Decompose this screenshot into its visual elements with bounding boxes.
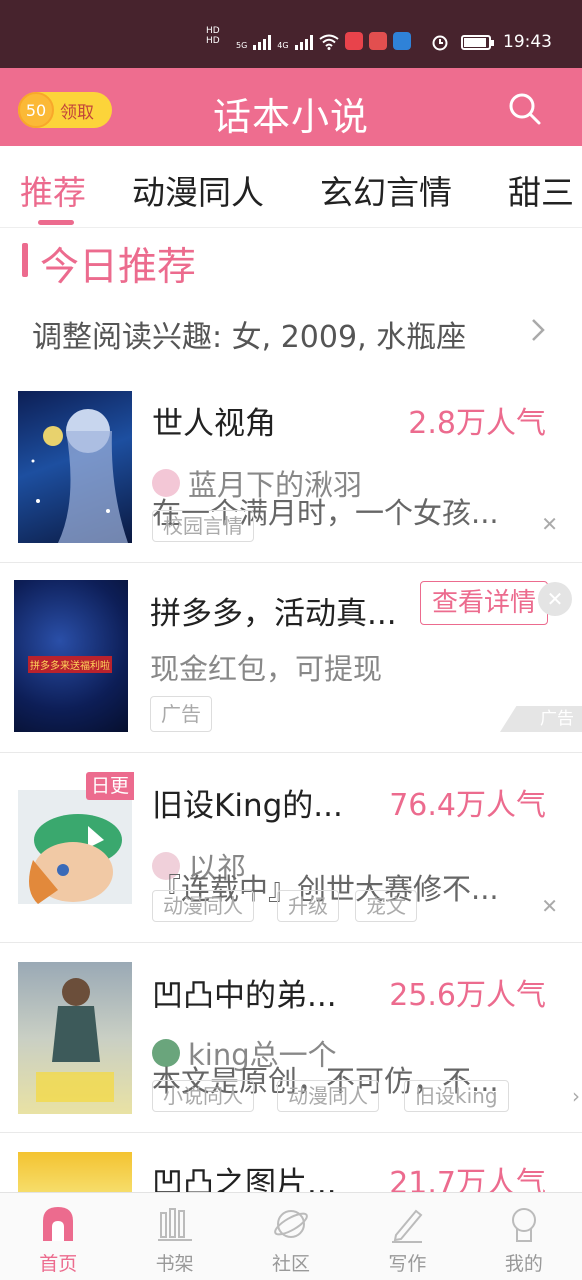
- dismiss-icon[interactable]: ✕: [541, 512, 558, 536]
- ad-cover-text: 拼多多来送福利啦: [28, 656, 112, 673]
- nav-label: 社区: [272, 1253, 311, 1275]
- divider: [0, 942, 582, 943]
- ad-mark: 广告: [500, 706, 582, 732]
- hd-indicator: HD HD: [206, 26, 220, 46]
- profile-icon: [511, 1208, 536, 1242]
- nav-label: 书架: [155, 1253, 194, 1275]
- home-icon: [43, 1207, 74, 1241]
- divider: [0, 752, 582, 753]
- view-details-button[interactable]: 查看详情: [420, 581, 548, 625]
- nav-label: 首页: [39, 1253, 78, 1275]
- alarm-icon: [432, 35, 448, 51]
- divider: [0, 1132, 582, 1133]
- net1-label: 5G: [236, 41, 248, 50]
- popularity: 25.6万人气: [389, 978, 546, 1013]
- cover-art: [31, 409, 128, 543]
- ad-cover[interactable]: 拼多多来送福利啦: [14, 580, 128, 732]
- net2-label: 4G: [277, 41, 289, 50]
- divider: [0, 562, 582, 563]
- nav-community[interactable]: 社区: [233, 1193, 349, 1280]
- clock: 19:43: [503, 32, 552, 52]
- daily-update-badge: 日更: [86, 772, 134, 800]
- signal2-icon: [294, 34, 313, 50]
- nav-bookshelf[interactable]: 书架: [116, 1193, 232, 1280]
- book-cover[interactable]: [18, 391, 132, 543]
- status-icons: 5G 4G: [236, 32, 411, 50]
- popularity: 76.4万人气: [389, 788, 546, 823]
- nav-label: 写作: [388, 1253, 427, 1275]
- nav-profile[interactable]: 我的: [466, 1193, 582, 1280]
- ad-description: 现金红包，可提现: [150, 652, 383, 686]
- book-title[interactable]: 世人视角: [152, 398, 276, 443]
- section-title: 今日推荐: [40, 245, 197, 290]
- cover-art: [29, 814, 122, 904]
- book-tag[interactable]: 小说同人: [152, 1080, 254, 1112]
- active-tab-indicator: [38, 220, 74, 225]
- popularity: 2.8万人气: [408, 406, 546, 441]
- notification-app-icon: [344, 32, 363, 50]
- book-title[interactable]: 凹凸中的弟...: [152, 970, 337, 1015]
- app-header: 50 领取 话本小说: [0, 68, 582, 146]
- nav-write[interactable]: 写作: [349, 1193, 465, 1280]
- nav-home[interactable]: 首页: [0, 1193, 116, 1280]
- category-tabs: 推荐 动漫同人 玄幻言情 甜三: [0, 146, 582, 228]
- book-tag[interactable]: 动漫同人: [152, 890, 254, 922]
- book-cover[interactable]: [18, 962, 132, 1114]
- bookshelf-icon: [157, 1208, 192, 1241]
- status-bar: HD HD 5G 4G 19:43: [0, 0, 582, 68]
- book-tag[interactable]: 校园言情: [152, 510, 254, 542]
- bottom-nav: 首页 书架 社区 写作 我的: [0, 1192, 582, 1280]
- book-tag[interactable]: 旧设king: [404, 1080, 509, 1112]
- tab-recommend[interactable]: 推荐: [20, 166, 86, 214]
- notification-app-icon: [392, 32, 411, 50]
- book-cover[interactable]: [18, 1152, 132, 1192]
- planet-icon: [274, 1210, 308, 1238]
- battery-icon: [461, 34, 494, 50]
- tab-sweet[interactable]: 甜三: [508, 166, 574, 214]
- nav-label: 我的: [504, 1253, 543, 1275]
- status-right: 19:43: [431, 32, 552, 52]
- wifi-icon: [318, 34, 339, 50]
- close-icon[interactable]: ✕: [538, 582, 572, 616]
- book-title[interactable]: 旧设King的...: [152, 780, 343, 825]
- app-title: 话本小说: [212, 95, 369, 139]
- tab-fantasy-romance[interactable]: 玄幻言情: [320, 166, 452, 214]
- book-tag[interactable]: 升级: [277, 890, 339, 922]
- dismiss-icon[interactable]: ✕: [541, 894, 558, 918]
- notification-app-icon: [368, 32, 387, 50]
- book-tag[interactable]: 宠文: [355, 890, 417, 922]
- adjust-interest-link[interactable]: 调整阅读兴趣: 女, 2009, 水瓶座: [32, 312, 466, 356]
- book-tag[interactable]: 动漫同人: [277, 1080, 379, 1112]
- ad-title[interactable]: 拼多多，活动真...: [150, 588, 397, 633]
- chevron-right-icon[interactable]: [528, 316, 548, 344]
- chevron-right-icon[interactable]: ›: [572, 1084, 580, 1108]
- cover-art: [36, 978, 114, 1102]
- ad-tag: 广告: [150, 696, 212, 732]
- search-icon[interactable]: [508, 92, 542, 126]
- section-accent-bar: [22, 243, 28, 277]
- book-cover[interactable]: [18, 790, 132, 904]
- pencil-icon: [392, 1209, 423, 1243]
- signal1-icon: [253, 34, 272, 50]
- tab-anime-fanfic[interactable]: 动漫同人: [132, 166, 264, 214]
